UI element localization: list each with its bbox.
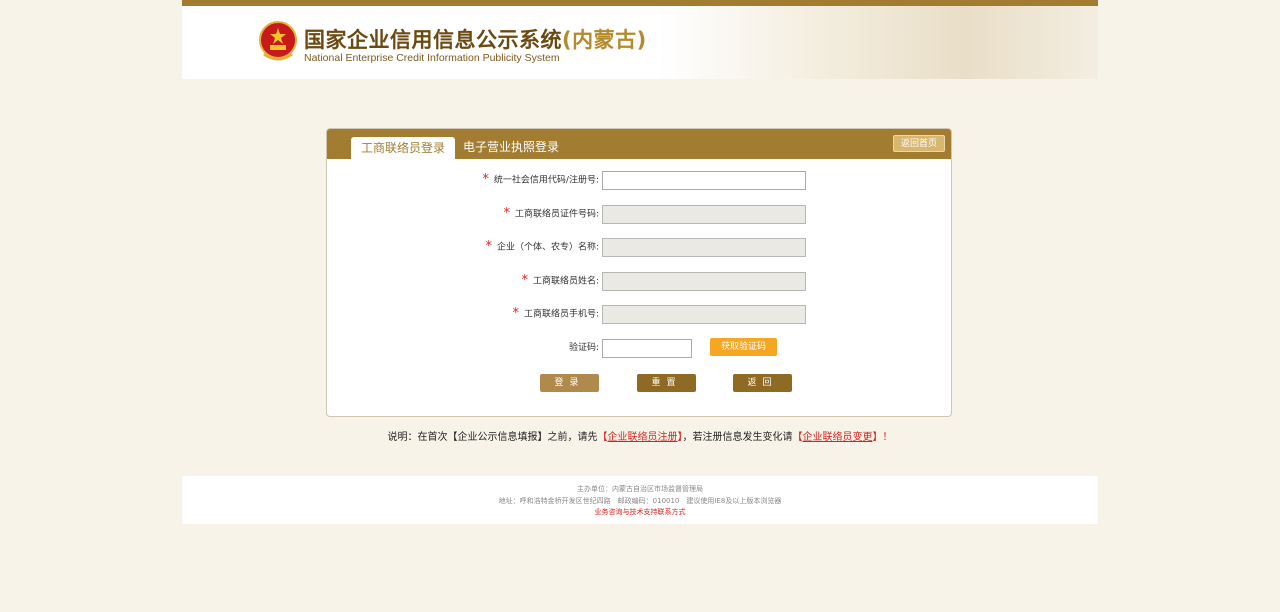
liaison-phone-label-text: 工商联络员手机号: [523,309,599,320]
back-button[interactable]: 返回 [733,374,792,392]
form-row-liaison-phone: * 工商联络员手机号: [327,305,951,325]
header-mountain-background [658,6,1098,79]
id-number-input[interactable] [602,205,806,224]
liaison-phone-label: * 工商联络员手机号: [512,305,599,325]
tab-e-license-login[interactable]: 电子营业执照登录 [463,139,559,155]
form-row-liaison-name: * 工商联络员姓名: [327,272,951,292]
instruction-note: 说明：在首次【企业公示信息填报】之前，请先【企业联络员注册】，若注册信息发生变化… [0,428,1280,443]
company-name-input[interactable] [602,238,806,257]
note-middle: ，若注册信息发生变化请 [682,432,793,443]
captcha-label: 验证码: [568,343,599,353]
form-row-id-number: * 工商联络员证件号码: [327,205,951,225]
register-liaison-link[interactable]: 企业联络员注册 [608,432,678,443]
form-row-captcha: 验证码: 获取验证码 [327,338,951,359]
footer-support-link[interactable]: 业务咨询与技术支持联系方式 [182,507,1098,517]
company-name-label: * 企业（个体、农专）名称: [485,238,599,258]
footer-sponsor: 主办单位：内蒙古自治区市场监督管理局 [577,485,703,493]
note-bracket-close-2: 】！ [872,432,893,443]
id-number-label: * 工商联络员证件号码: [503,205,599,225]
site-title-cn: 国家企业信用信息公示系统(内蒙古) [304,24,647,54]
reset-button[interactable]: 重置 [637,374,696,392]
liaison-name-label-text: 工商联络员姓名: [532,276,599,287]
liaison-phone-input[interactable] [602,305,806,324]
company-name-label-text: 企业（个体、农专）名称: [496,242,599,253]
required-mark: * [503,206,510,221]
login-button[interactable]: 登录 [540,374,599,392]
required-mark: * [521,273,528,288]
credit-code-input[interactable] [602,171,806,190]
site-title-main: 国家企业信用信息公示系统 [304,28,562,52]
tab-liaison-login[interactable]: 工商联络员登录 [351,137,455,159]
get-verification-code-button[interactable]: 获取验证码 [710,338,777,356]
credit-code-label-text: 统一社会信用代码/注册号: [493,175,599,186]
site-title-region: (内蒙古) [562,28,647,52]
note-bracket-open-1: 【 [597,432,608,443]
required-mark: * [485,239,492,254]
required-mark: * [512,306,519,321]
captcha-input[interactable] [602,339,692,358]
return-home-button[interactable]: 返回首页 [893,135,945,152]
change-liaison-link[interactable]: 企业联络员变更 [803,432,873,443]
site-header: 国家企业信用信息公示系统(内蒙古) National Enterprise Cr… [182,6,1098,79]
form-row-company-name: * 企业（个体、农专）名称: [327,238,951,258]
required-mark: * [482,172,489,187]
liaison-name-input[interactable] [602,272,806,291]
form-row-credit-code: * 统一社会信用代码/注册号: [327,171,951,191]
credit-code-label: * 统一社会信用代码/注册号: [482,171,599,191]
note-bracket-open-2: 【 [792,432,803,443]
site-title-en: National Enterprise Credit Information P… [304,52,560,64]
national-emblem-icon [259,21,297,61]
login-panel: 工商联络员登录 电子营业执照登录 返回首页 * 统一社会信用代码/注册号: * 工商… [326,128,952,417]
note-prefix: 说明：在首次【企业公示信息填报】之前，请先 [387,432,598,443]
panel-tab-bar: 工商联络员登录 电子营业执照登录 返回首页 [327,129,951,159]
footer-address: 地址：呼和浩特金桥开发区世纪四路 邮政编码：010010 建议使用IE8及以上版… [498,497,782,505]
site-footer: 主办单位：内蒙古自治区市场监督管理局 地址：呼和浩特金桥开发区世纪四路 邮政编码… [182,476,1098,524]
liaison-name-label: * 工商联络员姓名: [521,272,599,292]
id-number-label-text: 工商联络员证件号码: [514,209,599,220]
